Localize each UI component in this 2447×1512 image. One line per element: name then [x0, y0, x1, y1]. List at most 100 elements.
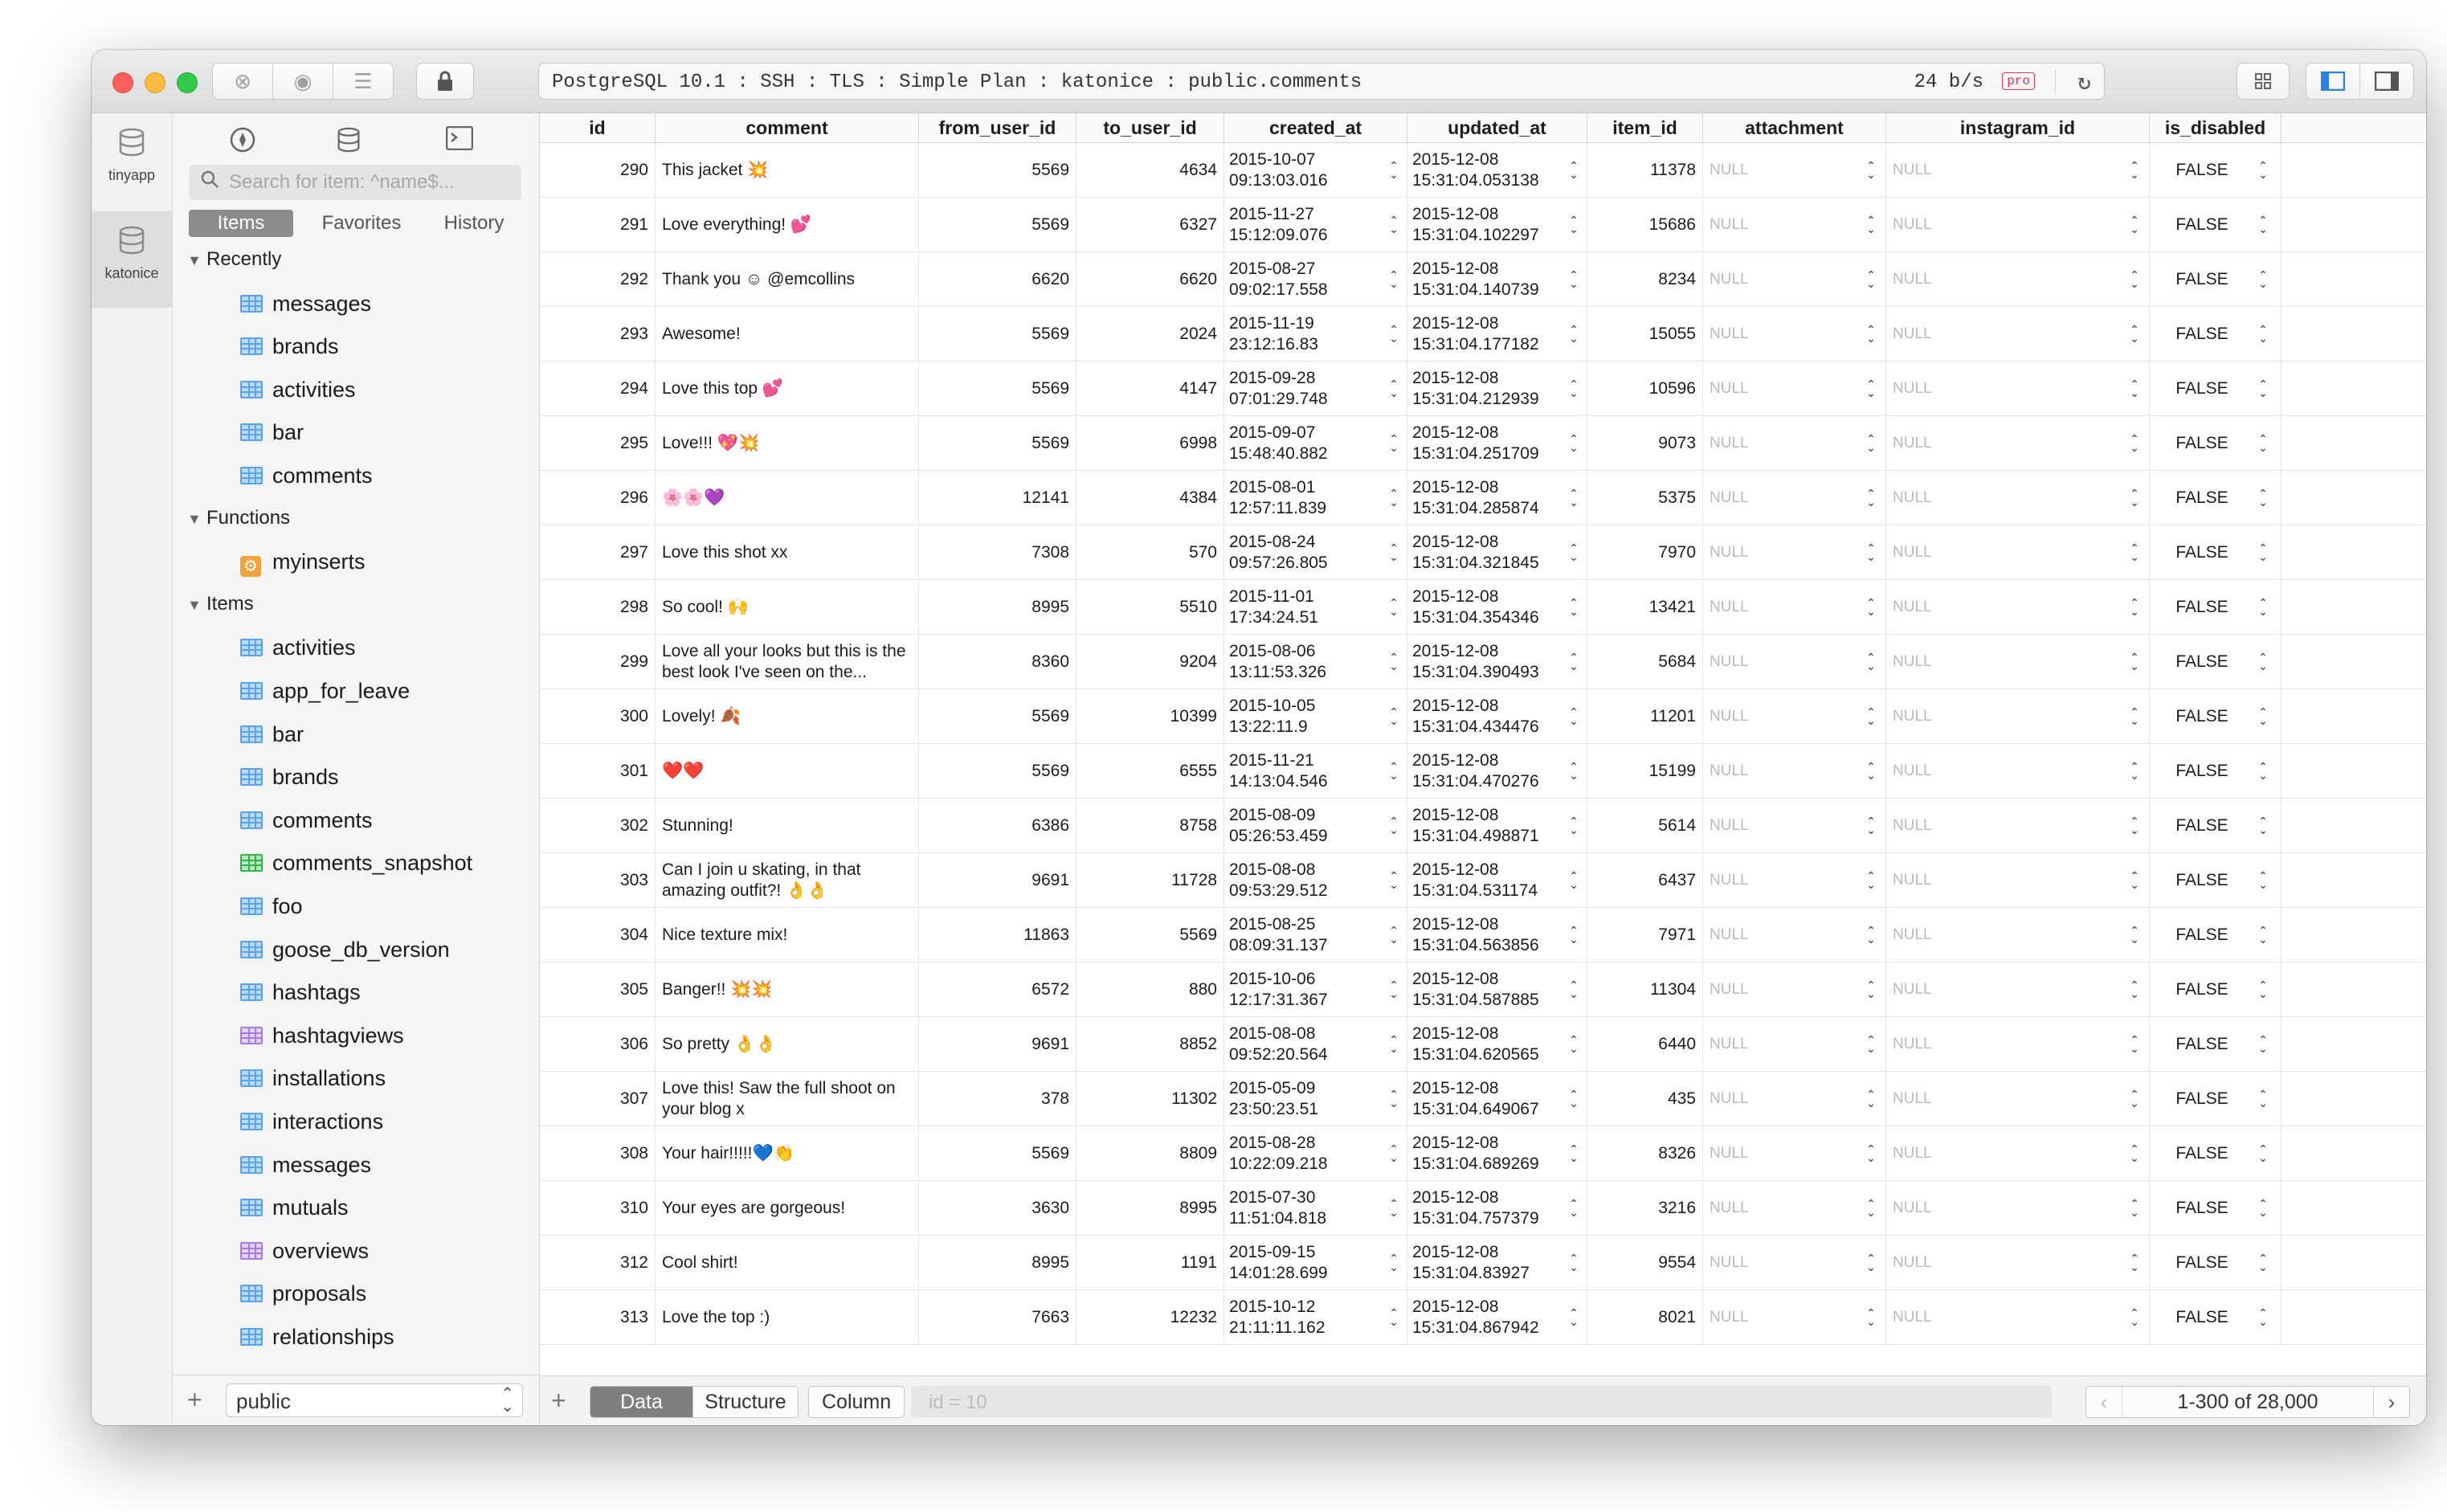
column-header-attachment[interactable]: attachment [1703, 113, 1886, 142]
cell-item[interactable]: 15686 [1587, 198, 1703, 251]
cell-comment[interactable]: Lovely! 🍂 [656, 689, 919, 743]
tab-favorites[interactable]: Favorites [309, 210, 414, 237]
tab-items[interactable]: Items [189, 210, 293, 237]
cell-ig[interactable]: NULL ⌃ ⌄ [1886, 525, 2150, 579]
chevron-updown-icon[interactable]: ⌃ ⌄ [1387, 269, 1400, 289]
chevron-updown-icon[interactable]: ⌃ ⌄ [2257, 979, 2269, 999]
chevron-updown-icon[interactable]: ⌃ ⌄ [1387, 324, 1400, 344]
chevron-updown-icon[interactable]: ⌃ ⌄ [1567, 488, 1580, 508]
chevron-updown-icon[interactable]: ⌃ ⌄ [1567, 979, 1580, 999]
chevron-updown-icon[interactable]: ⌃ ⌄ [2128, 324, 2141, 344]
column-header-id[interactable]: id [540, 113, 656, 142]
cell-to[interactable]: 1191 [1076, 1236, 1224, 1289]
cell-to[interactable]: 8852 [1076, 1017, 1224, 1071]
cell-ig[interactable]: NULL ⌃ ⌄ [1886, 1290, 2150, 1344]
cell-id[interactable]: 312 [540, 1236, 656, 1289]
tree-item[interactable]: foo [240, 894, 303, 918]
cell-att[interactable]: NULL ⌃ ⌄ [1703, 307, 1886, 361]
chevron-updown-icon[interactable]: ⌃ ⌄ [2128, 433, 2141, 453]
search-input[interactable] [227, 170, 512, 195]
chevron-updown-icon[interactable]: ⌃ ⌄ [2257, 433, 2269, 453]
cell-from[interactable]: 5569 [919, 307, 1076, 361]
cell-dis[interactable]: FALSE ⌃ ⌄ [2150, 1126, 2282, 1180]
tree-item[interactable]: interactions [240, 1109, 383, 1134]
cell-to[interactable]: 4634 [1076, 143, 1224, 197]
table-row[interactable]: 307 Love this! Saw the full shoot on your… [540, 1072, 2426, 1126]
toggle-right-panel-button[interactable] [2360, 63, 2413, 99]
cell-att[interactable]: NULL ⌃ ⌄ [1703, 635, 1886, 689]
cell-comment[interactable]: So pretty 👌👌 [656, 1017, 919, 1071]
column-header-is-disabled[interactable]: is_disabled [2150, 113, 2282, 142]
cell-item[interactable]: 13421 [1587, 580, 1703, 634]
cell-ig[interactable]: NULL ⌃ ⌄ [1886, 143, 2150, 197]
chevron-updown-icon[interactable]: ⌃ ⌄ [2128, 1034, 2141, 1054]
cell-updated-at[interactable]: 2015-12-08 15:31:04.102297 ⌃ ⌄ [1407, 198, 1587, 251]
chevron-updown-icon[interactable]: ⌃ ⌄ [2257, 706, 2269, 726]
cell-att[interactable]: NULL ⌃ ⌄ [1703, 416, 1886, 470]
chevron-updown-icon[interactable]: ⌃ ⌄ [1865, 160, 1877, 180]
cell-id[interactable]: 310 [540, 1181, 656, 1235]
cell-from[interactable]: 7308 [919, 525, 1076, 579]
chevron-updown-icon[interactable]: ⌃ ⌄ [2257, 925, 2269, 945]
tree-item[interactable]: comments [240, 464, 373, 488]
cell-comment[interactable]: Love everything! 💕 [656, 198, 919, 251]
cell-ig[interactable]: NULL ⌃ ⌄ [1886, 908, 2150, 962]
cell-updated-at[interactable]: 2015-12-08 15:31:04.563856 ⌃ ⌄ [1407, 908, 1587, 962]
cell-comment[interactable]: Your eyes are gorgeous! [656, 1181, 919, 1235]
chevron-updown-icon[interactable]: ⌃ ⌄ [2257, 815, 2269, 836]
cell-created-at[interactable]: 2015-10-12 21:11:11.162 ⌃ ⌄ [1224, 1290, 1407, 1344]
cell-att[interactable]: NULL ⌃ ⌄ [1703, 799, 1886, 852]
cell-att[interactable]: NULL ⌃ ⌄ [1703, 1072, 1886, 1126]
tree-item[interactable]: bar [240, 420, 304, 444]
cell-created-at[interactable]: 2015-08-25 08:09:31.137 ⌃ ⌄ [1224, 908, 1407, 962]
cell-created-at[interactable]: 2015-08-24 09:57:26.805 ⌃ ⌄ [1224, 525, 1407, 579]
cell-created-at[interactable]: 2015-08-08 09:53:29.512 ⌃ ⌄ [1224, 853, 1407, 907]
tree-item[interactable]: brands [240, 765, 339, 789]
cell-id[interactable]: 305 [540, 962, 656, 1016]
cell-item[interactable]: 10596 [1587, 362, 1703, 415]
chevron-updown-icon[interactable]: ⌃ ⌄ [1387, 433, 1400, 453]
chevron-updown-icon[interactable]: ⌃ ⌄ [1387, 378, 1400, 398]
table-row[interactable]: 303 Can I join u skating, in that amazing… [540, 853, 2426, 908]
cell-created-at[interactable]: 2015-10-07 09:13:03.016 ⌃ ⌄ [1224, 143, 1407, 197]
cell-from[interactable]: 6572 [919, 962, 1076, 1016]
column-header-item-id[interactable]: item_id [1587, 113, 1703, 142]
column-header-to-user-id[interactable]: to_user_id [1076, 113, 1224, 142]
cell-comment[interactable]: 🌸🌸💜 [656, 471, 919, 525]
cell-att[interactable]: NULL ⌃ ⌄ [1703, 580, 1886, 634]
tree-item[interactable]: relationships [240, 1325, 394, 1349]
cell-from[interactable]: 6620 [919, 252, 1076, 306]
cell-from[interactable]: 8995 [919, 1236, 1076, 1289]
cell-item[interactable]: 3216 [1587, 1181, 1703, 1235]
chevron-updown-icon[interactable]: ⌃ ⌄ [1567, 925, 1580, 945]
tree-item[interactable]: messages [240, 292, 371, 316]
cell-dis[interactable]: FALSE ⌃ ⌄ [2150, 471, 2282, 525]
cell-comment[interactable]: Stunning! [656, 799, 919, 852]
toggle-left-panel-button[interactable] [2306, 63, 2360, 99]
chevron-updown-icon[interactable]: ⌃ ⌄ [2257, 160, 2269, 180]
cell-id[interactable]: 301 [540, 744, 656, 798]
cell-item[interactable]: 8021 [1587, 1290, 1703, 1344]
cell-updated-at[interactable]: 2015-12-08 15:31:04.531174 ⌃ ⌄ [1407, 853, 1587, 907]
minimize-window-button[interactable] [145, 72, 165, 93]
cell-dis[interactable]: FALSE ⌃ ⌄ [2150, 362, 2282, 415]
cell-comment[interactable]: Cool shirt! [656, 1236, 919, 1289]
chevron-updown-icon[interactable]: ⌃ ⌄ [2257, 1253, 2269, 1273]
cell-updated-at[interactable]: 2015-12-08 15:31:04.757379 ⌃ ⌄ [1407, 1181, 1587, 1235]
chevron-updown-icon[interactable]: ⌃ ⌄ [1865, 870, 1877, 890]
cell-comment[interactable]: Love this! Saw the full shoot on your bl… [656, 1072, 919, 1126]
cell-from[interactable]: 5569 [919, 198, 1076, 251]
cell-att[interactable]: NULL ⌃ ⌄ [1703, 198, 1886, 251]
tree-item[interactable]: proposals [240, 1281, 366, 1306]
add-row-button[interactable]: + [551, 1386, 566, 1416]
cell-to[interactable]: 11302 [1076, 1072, 1224, 1126]
cell-updated-at[interactable]: 2015-12-08 15:31:04.867942 ⌃ ⌄ [1407, 1290, 1587, 1344]
cell-ig[interactable]: NULL ⌃ ⌄ [1886, 1126, 2150, 1180]
chevron-updown-icon[interactable]: ⌃ ⌄ [2257, 1198, 2269, 1218]
cell-dis[interactable]: FALSE ⌃ ⌄ [2150, 307, 2282, 361]
table-row[interactable]: 308 Your hair!!!!!💙👏 5569 8809 2015-08-28 10:… [540, 1126, 2426, 1181]
cell-dis[interactable]: FALSE ⌃ ⌄ [2150, 143, 2282, 197]
cell-to[interactable]: 6620 [1076, 252, 1224, 306]
chevron-updown-icon[interactable]: ⌃ ⌄ [1865, 925, 1877, 945]
table-row[interactable]: 299 Love all your looks but this is the b… [540, 635, 2426, 689]
